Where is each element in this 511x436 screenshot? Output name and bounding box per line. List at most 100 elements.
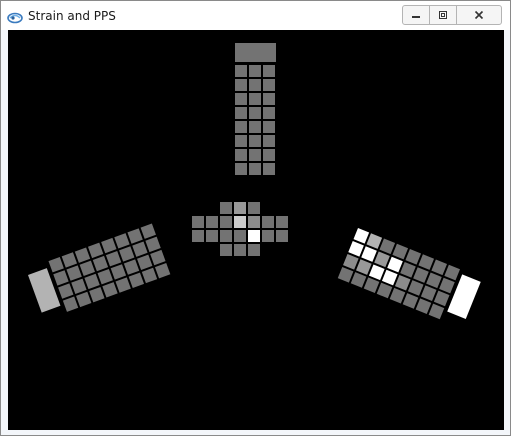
top-sensor-cell [263,79,275,91]
center-sensor-cell [192,216,204,228]
top-sensor-cell [249,135,261,147]
top-sensor-cell [249,65,261,77]
left-sensor-cell [74,247,91,263]
left-sensor-cell [145,236,161,253]
top-sensor-cell [235,149,247,161]
center-sensor-cell [206,230,218,242]
top-sensor-bar [235,43,276,62]
left-sensor-cell [127,228,143,244]
right-sensor-cell [368,264,385,281]
left-sensor-cell [102,282,118,298]
right-sensor-cell [415,298,432,315]
center-sensor-cell [262,230,274,242]
center-sensor-cell [248,202,260,214]
right-sensor-cell [405,248,422,265]
left-sensor-cell [97,268,113,285]
right-sensor-cell [420,285,437,302]
right-sensor-cell [355,259,372,275]
left-sensor-cell [66,265,82,281]
top-sensor-cell [249,79,261,91]
top-sensor-cell [263,93,275,105]
left-sensor-cell [87,242,104,259]
title-bar[interactable]: Strain and PPS [1,1,510,30]
right-sensor-cell [387,256,403,273]
top-sensor-cell [235,135,247,147]
close-icon [474,10,484,20]
top-sensor-cell [235,107,247,119]
right-sensor-cell [350,272,367,288]
top-sensor-cell [249,107,261,119]
top-sensor-cell [235,79,247,91]
top-sensor-cell [263,149,275,161]
left-sensor-cell [92,255,109,272]
right-sensor-cell [363,277,380,294]
center-sensor-cell [234,244,246,256]
center-sensor-cell [262,216,274,228]
center-sensor-cell [220,202,232,214]
left-sensor-cell [53,270,69,286]
top-sensor-cell [249,121,261,133]
left-sensor-cell [76,291,92,308]
left-sensor-cell [150,249,166,266]
left-sensor-cell [79,260,95,277]
left-sensor-cell [110,264,127,280]
center-sensor-cell [234,230,246,242]
left-sensor-cell [123,259,140,275]
right-sensor-cell [374,251,390,268]
center-sensor-cell [276,230,288,242]
app-icon[interactable] [7,9,23,24]
left-sensor-cell [141,267,158,284]
right-sensor-cell [426,272,442,289]
right-sensor-cell [394,274,411,291]
right-sensor-cell [439,277,455,294]
top-sensor-cell [263,163,275,175]
left-sensor-cell [84,273,100,290]
restore-button[interactable] [430,6,457,24]
minimize-button[interactable] [403,6,430,24]
app-window: Strain and PPS [0,0,511,436]
window-title: Strain and PPS [28,9,116,23]
left-sensor-cell [58,283,74,299]
left-sensor-cell [154,262,171,279]
top-sensor-cell [235,163,247,175]
left-sensor-cell [115,277,131,293]
center-sensor-cell [234,216,246,228]
right-sensor-cell [402,293,419,309]
center-sensor-cell [220,244,232,256]
left-sensor-cell [132,241,148,257]
right-sensor-cell [418,254,435,270]
right-sensor-cell [433,290,450,307]
center-sensor-cell [248,216,260,228]
left-sensor-cell [105,251,122,267]
right-sensor-cell [392,243,409,260]
sensor-canvas[interactable] [8,30,504,430]
center-sensor-cell [220,230,232,242]
close-button[interactable] [457,6,501,24]
minimize-icon [412,16,420,18]
right-sensor-cell [353,228,370,244]
left-sensor-panel [28,223,171,313]
restore-icon [439,11,447,19]
right-sensor-cell [337,266,354,283]
sensor-visualization [28,43,481,320]
center-sensor-cell [276,216,288,228]
top-sensor-cell [263,107,275,119]
top-sensor-cell [235,65,247,77]
top-sensor-cell [263,121,275,133]
center-sensor-cell [248,244,260,256]
right-sensor-cell [379,238,396,255]
left-sensor-cell [61,252,78,268]
top-sensor-cell [249,149,261,161]
window-controls [402,5,502,25]
left-sensor-cell [140,223,156,239]
right-sensor-cell [400,261,416,278]
left-sensor-cell [114,233,130,249]
left-sensor-cell [71,278,87,294]
top-sensor-cell [235,121,247,133]
center-sensor-cell [220,216,232,228]
left-sensor-cell [62,296,79,312]
top-sensor-cell [235,93,247,105]
right-sensor-cell [376,282,393,299]
right-sensor-cell [348,240,364,257]
right-sensor-cell [366,233,383,249]
